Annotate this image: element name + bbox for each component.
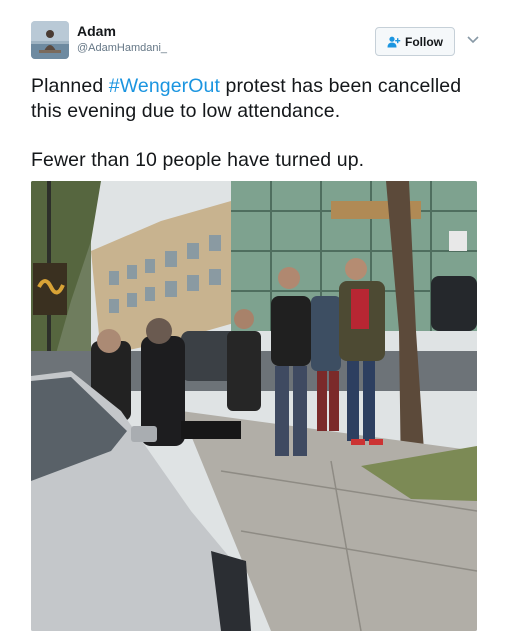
chevron-down-icon[interactable]: [466, 33, 480, 45]
tweet-text: Planned #WengerOut protest has been canc…: [31, 74, 491, 173]
tweet-paragraph-2: Fewer than 10 people have turned up.: [31, 149, 365, 171]
follow-label: Follow: [405, 34, 443, 49]
tweet-header: Adam @AdamHamdani_ Follow: [31, 21, 491, 61]
display-name[interactable]: Adam: [77, 23, 167, 40]
hashtag-link[interactable]: #WengerOut: [109, 75, 220, 97]
street-photo: [31, 181, 477, 631]
user-handle[interactable]: @AdamHamdani_: [77, 40, 167, 56]
tweet-photo[interactable]: [31, 181, 477, 631]
user-names: Adam @AdamHamdani_: [77, 23, 167, 56]
avatar[interactable]: [31, 21, 69, 59]
tweet-text-before: Planned: [31, 75, 109, 97]
person-plus-icon: [387, 36, 401, 47]
follow-button[interactable]: Follow: [375, 27, 455, 56]
tweet-paragraph-1: Planned #WengerOut protest has been canc…: [31, 74, 491, 124]
